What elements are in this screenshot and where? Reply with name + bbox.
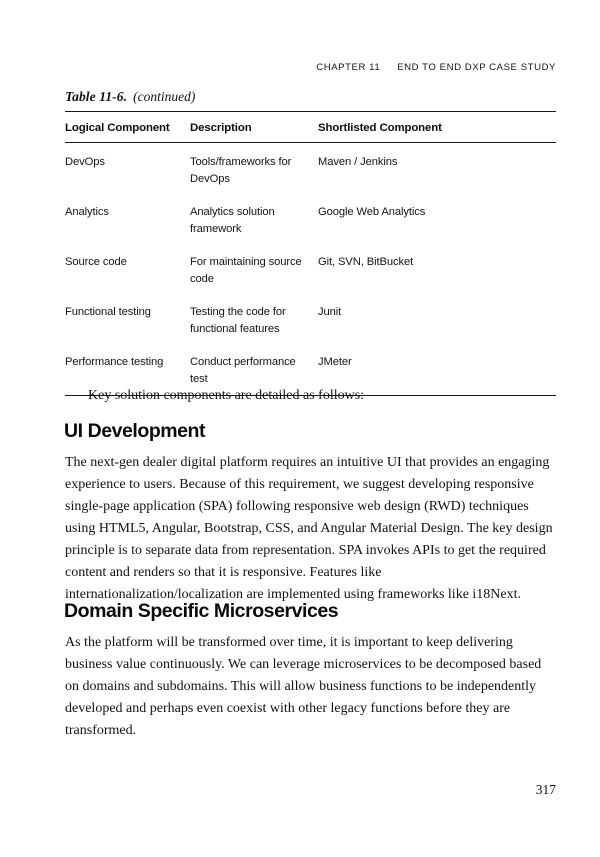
running-head-chapter: CHAPTER 11	[316, 62, 381, 73]
column-header-shortlisted-component: Shortlisted Component	[318, 122, 442, 134]
page-number: 317	[535, 782, 556, 797]
cell-shortlisted-component: Git, SVN, BitBucket	[318, 256, 414, 268]
cell-shortlisted-component: Google Web Analytics	[318, 206, 426, 218]
column-header-description: Description	[190, 122, 252, 134]
column-header-logical-component: Logical Component	[65, 122, 170, 134]
components-table: Logical Component Description Shortliste…	[65, 111, 556, 396]
section-heading-domain-specific-microservices: Domain Specific Microservices	[64, 600, 339, 622]
table-caption-number: Table 11-6.	[65, 89, 128, 104]
cell-logical-component: DevOps	[65, 156, 105, 168]
cell-description: Testing the code for functional features	[190, 306, 286, 335]
cell-shortlisted-component: Junit	[318, 306, 342, 318]
section-body-ui-development: The next-gen dealer digital platform req…	[65, 455, 553, 602]
cell-description: Analytics solution framework	[190, 206, 275, 235]
running-head-title: END TO END DXP CASE STUDY	[397, 62, 556, 73]
cell-logical-component: Analytics	[65, 206, 109, 218]
cell-description: For maintaining source code	[190, 256, 302, 285]
table-row: DevOps Tools/frameworks for DevOps Maven…	[65, 143, 556, 195]
document-page: CHAPTER 11 END TO END DXP CASE STUDY Tab…	[0, 0, 600, 857]
table-caption-note: (continued)	[133, 89, 196, 104]
cell-shortlisted-component: Maven / Jenkins	[318, 156, 398, 168]
components-table-body: DevOps Tools/frameworks for DevOps Maven…	[65, 143, 556, 395]
table-row: Analytics Analytics solution framework G…	[65, 195, 556, 245]
lead-paragraph: Key solution components are detailed as …	[88, 388, 365, 403]
cell-logical-component: Source code	[65, 256, 127, 268]
table-caption: Table 11-6. (continued)	[65, 89, 195, 105]
table-row: Functional testing Testing the code for …	[65, 295, 556, 345]
running-head: CHAPTER 11 END TO END DXP CASE STUDY	[316, 62, 556, 73]
section-body-domain-specific-microservices: As the platform will be transformed over…	[65, 635, 542, 738]
section-heading-ui-development: UI Development	[64, 420, 206, 442]
components-table-grid: Logical Component Description Shortliste…	[65, 112, 556, 142]
cell-logical-component: Functional testing	[65, 306, 151, 318]
table-header-row: Logical Component Description Shortliste…	[65, 112, 556, 142]
table-row: Source code For maintaining source code …	[65, 245, 556, 295]
cell-description: Tools/frameworks for DevOps	[190, 156, 292, 185]
